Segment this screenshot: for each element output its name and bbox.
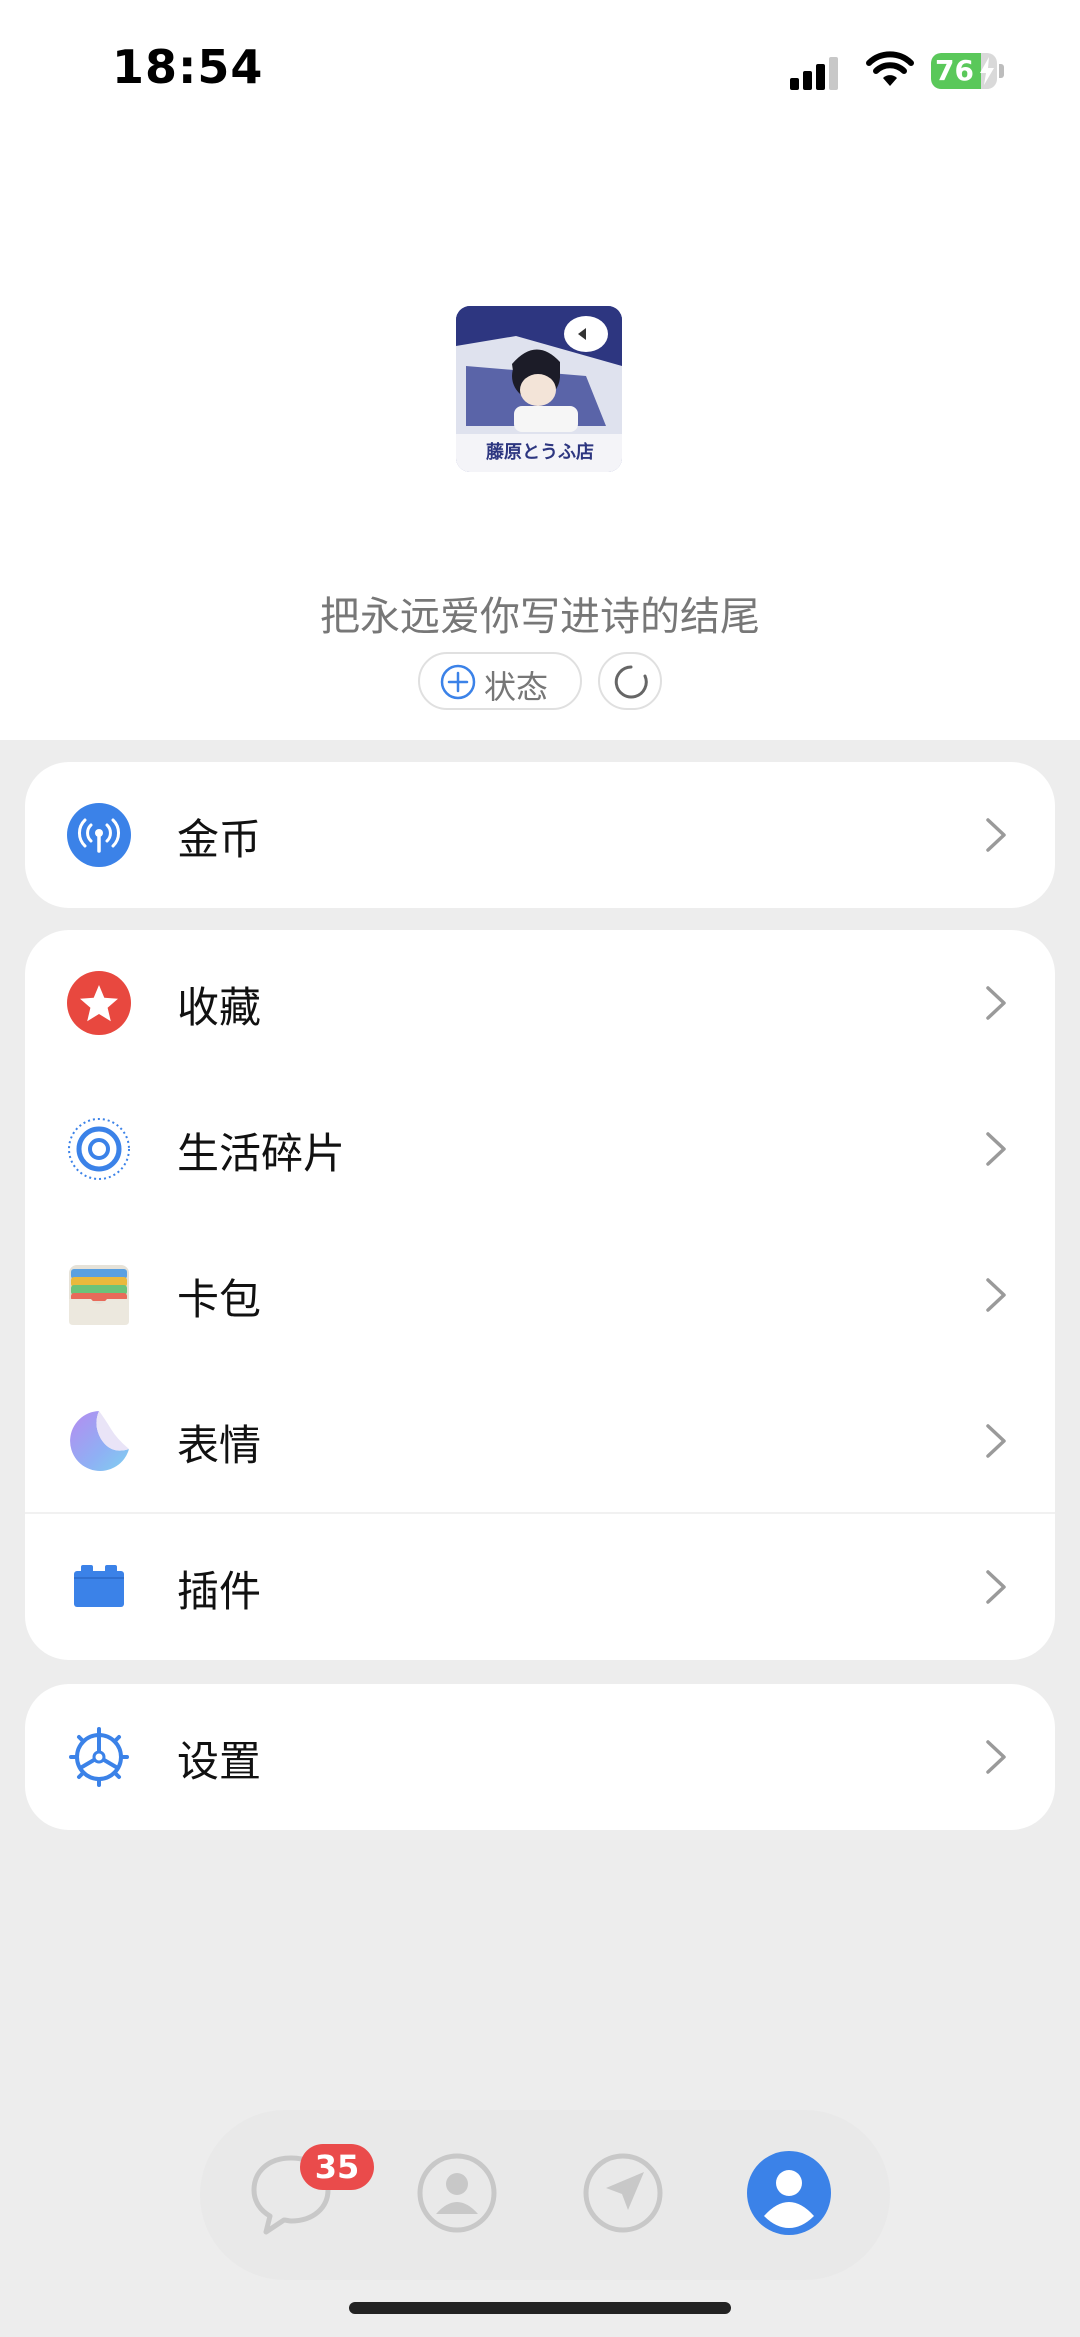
settings-card: 设置	[25, 1684, 1055, 1830]
status-label: 状态	[484, 668, 549, 706]
unread-badge: 35	[300, 2144, 374, 2190]
battery-indicator: 76	[931, 53, 1005, 89]
menu-item-plugins[interactable]: 插件	[25, 1514, 1055, 1660]
chevron-right-icon	[986, 1740, 1006, 1774]
menu-label-wallet: 卡包	[177, 1275, 262, 1324]
moments-target-icon	[68, 1118, 130, 1180]
menu-label-coins: 金币	[177, 815, 262, 864]
menu-item-wallet[interactable]: 卡包	[25, 1222, 1055, 1368]
gear-icon	[69, 1727, 129, 1787]
plugin-blocks-icon	[74, 1565, 124, 1607]
sticker-icon	[70, 1411, 129, 1471]
battery-percent: 76	[935, 54, 974, 87]
home-indicator[interactable]	[349, 2302, 731, 2314]
chevron-right-icon	[986, 1424, 1006, 1458]
contacts-icon[interactable]	[412, 2148, 502, 2238]
menu-item-coins[interactable]: 金币	[25, 762, 1055, 908]
chevron-right-icon	[986, 1570, 1006, 1604]
discover-icon[interactable]	[578, 2148, 668, 2238]
avatar-illustration: 藤原とうふ店	[456, 306, 622, 472]
menu-item-stickers[interactable]: 表情	[25, 1368, 1055, 1514]
profile-header: 藤原とうふ店 把永远爱你写进诗的结尾 状态	[0, 140, 1080, 740]
menu-label-stickers: 表情	[177, 1421, 262, 1470]
status-refresh-button[interactable]	[598, 652, 662, 710]
me-icon[interactable]	[744, 2148, 834, 2238]
menu-item-favorites[interactable]: 收藏	[25, 930, 1055, 1076]
menu-item-settings[interactable]: 设置	[25, 1684, 1055, 1830]
add-circle-icon	[440, 664, 476, 700]
profile-signature[interactable]: 把永远爱你写进诗的结尾	[0, 584, 1080, 642]
chevron-right-icon	[986, 818, 1006, 852]
menu-label-moments: 生活碎片	[177, 1129, 346, 1178]
cellular-signal-icon	[790, 57, 838, 90]
menu-label-plugins: 插件	[177, 1567, 262, 1616]
chevron-right-icon	[986, 1132, 1006, 1166]
svg-text:藤原とうふ店: 藤原とうふ店	[486, 441, 594, 463]
chevron-right-icon	[986, 986, 1006, 1020]
star-icon	[67, 971, 131, 1035]
status-time: 18:54	[112, 40, 264, 94]
menu-item-moments[interactable]: 生活碎片	[25, 1076, 1055, 1222]
status-bar: 18:54 76	[0, 0, 1080, 140]
chevron-right-icon	[986, 1278, 1006, 1312]
add-status-button[interactable]: 状态	[418, 652, 582, 710]
wifi-icon	[866, 51, 914, 86]
profile-avatar[interactable]: 藤原とうふ店	[456, 306, 622, 472]
coins-antenna-icon	[67, 803, 131, 867]
bottom-tab-bar	[200, 2110, 890, 2280]
menu-label-settings: 设置	[177, 1737, 262, 1786]
main-menu-card: 收藏 生活碎片 卡包 表情 插件	[25, 930, 1055, 1660]
wallet-icon	[69, 1265, 129, 1325]
coins-card: 金币	[25, 762, 1055, 908]
menu-label-favorites: 收藏	[177, 983, 262, 1032]
refresh-circle-icon	[614, 665, 648, 699]
charging-bolt-icon	[980, 57, 994, 85]
